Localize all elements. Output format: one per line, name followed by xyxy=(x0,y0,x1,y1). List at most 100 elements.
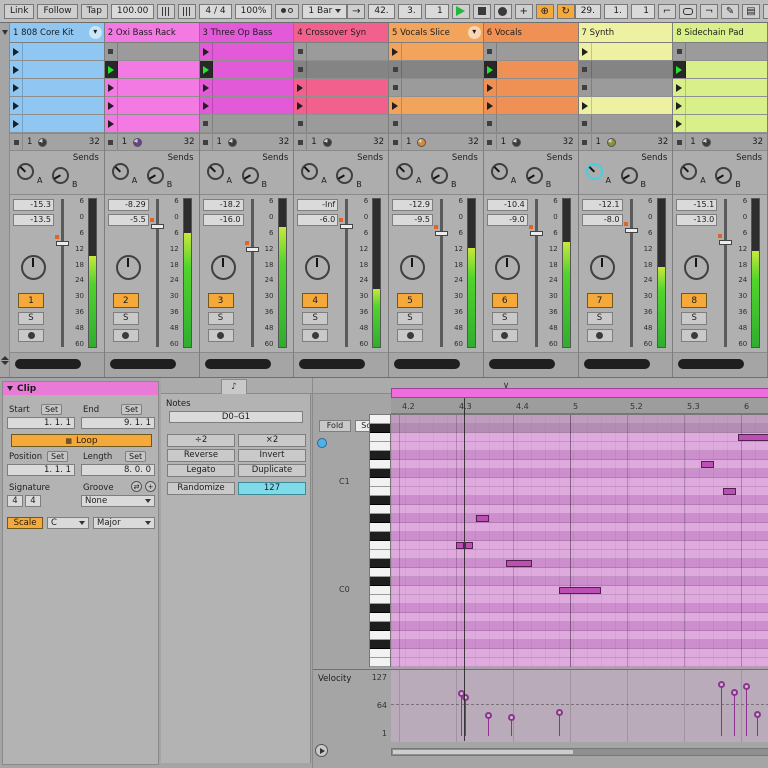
clip-scrub-button[interactable] xyxy=(315,744,328,757)
arrangement-follow-button[interactable]: → xyxy=(347,4,365,19)
clip-slot[interactable] xyxy=(579,43,673,60)
set-start-button[interactable]: Set xyxy=(41,404,62,415)
velocity-marker[interactable] xyxy=(485,712,492,719)
track-activator-button[interactable]: 4 xyxy=(302,293,328,308)
clip-launch-button[interactable] xyxy=(484,97,497,114)
scene-fold-icon[interactable] xyxy=(2,30,8,35)
volume-fader[interactable] xyxy=(630,199,633,347)
beat-time-ruler[interactable]: 4.24.34.455.25.36 xyxy=(391,398,768,414)
signature-denominator-field[interactable]: 4 xyxy=(25,495,41,507)
velocity-marker[interactable] xyxy=(556,709,563,716)
clip-slot[interactable] xyxy=(294,61,388,78)
arm-button[interactable] xyxy=(397,329,423,342)
punch-out-button[interactable]: ¬ xyxy=(700,4,718,19)
solo-button[interactable]: S xyxy=(492,312,518,325)
piano-key-black[interactable] xyxy=(370,514,390,523)
piano-key-black[interactable] xyxy=(370,604,390,613)
piano-key-black[interactable] xyxy=(370,532,390,541)
scale-name-chooser[interactable]: Major xyxy=(93,517,155,529)
duplicate-button[interactable]: Duplicate xyxy=(238,464,306,477)
clip-launch-button[interactable] xyxy=(105,61,118,78)
arm-button[interactable] xyxy=(208,329,234,342)
send-b-knob[interactable] xyxy=(431,167,448,184)
volume-display[interactable]: -6.0 xyxy=(297,214,338,226)
piano-key-white[interactable] xyxy=(370,568,390,577)
nudge-up-button[interactable] xyxy=(178,4,196,19)
pan-knob[interactable] xyxy=(684,255,709,280)
track-activator-button[interactable]: 8 xyxy=(681,293,707,308)
clip-stop-button[interactable] xyxy=(389,79,402,96)
loop-brace[interactable] xyxy=(391,388,768,398)
volume-display[interactable]: -16.0 xyxy=(203,214,244,226)
reverse-button[interactable]: Reverse xyxy=(167,449,235,462)
clip-slot[interactable] xyxy=(105,79,199,96)
clip-slot[interactable] xyxy=(10,61,104,78)
clip-launch-button[interactable] xyxy=(579,43,592,60)
meter-peak-display[interactable]: -15.1 xyxy=(676,199,717,211)
pan-knob[interactable] xyxy=(211,255,236,280)
clip-launch-button[interactable] xyxy=(10,79,23,96)
meter-peak-display[interactable]: -8.29 xyxy=(108,199,149,211)
velocity-editor[interactable] xyxy=(391,670,768,742)
clip-launch-button[interactable] xyxy=(673,97,686,114)
clip-launch-button[interactable] xyxy=(10,97,23,114)
set-position-button[interactable]: Set xyxy=(47,451,68,462)
solo-button[interactable]: S xyxy=(18,312,44,325)
pan-knob[interactable] xyxy=(495,255,520,280)
piano-key-black[interactable] xyxy=(370,622,390,631)
stop-button[interactable] xyxy=(473,4,491,19)
clip-launch-button[interactable] xyxy=(105,97,118,114)
clip-slot[interactable] xyxy=(294,97,388,114)
fold-button[interactable]: Fold xyxy=(319,420,351,432)
volume-fader-handle[interactable] xyxy=(246,247,259,252)
clip-slot[interactable] xyxy=(389,43,483,60)
notes-tab[interactable]: ♪ xyxy=(221,379,247,394)
clip-slot[interactable] xyxy=(389,97,483,114)
clip-title-bar[interactable]: Clip xyxy=(3,382,158,395)
send-a-knob[interactable] xyxy=(112,163,129,180)
clip-slot[interactable] xyxy=(200,115,294,132)
volume-fader-handle[interactable] xyxy=(151,224,164,229)
clip-stop-button[interactable] xyxy=(579,134,592,150)
clip-launch-button[interactable] xyxy=(484,61,497,78)
arm-button[interactable] xyxy=(681,329,707,342)
clip-slot[interactable] xyxy=(10,97,104,114)
velocity-marker[interactable] xyxy=(731,689,738,696)
clip-launch-button[interactable] xyxy=(294,97,307,114)
key-map-button[interactable]: ⊡ xyxy=(763,4,768,19)
clip-slot[interactable] xyxy=(389,115,483,132)
piano-key-black[interactable] xyxy=(370,577,390,586)
volume-fader-handle[interactable] xyxy=(530,231,543,236)
clip-slot[interactable] xyxy=(10,43,104,60)
piano-key-black[interactable] xyxy=(370,559,390,568)
clip-slot[interactable] xyxy=(294,115,388,132)
nudge-down-button[interactable] xyxy=(157,4,175,19)
clip-slot[interactable] xyxy=(10,79,104,96)
clip-slot[interactable] xyxy=(105,97,199,114)
midi-note[interactable] xyxy=(723,488,736,495)
send-b-knob[interactable] xyxy=(147,167,164,184)
half-time-button[interactable]: ÷2 xyxy=(167,434,235,447)
track-activator-button[interactable]: 1 xyxy=(18,293,44,308)
volume-fader-handle[interactable] xyxy=(435,231,448,236)
velocity-marker[interactable] xyxy=(718,681,725,688)
legato-button[interactable]: Legato xyxy=(167,464,235,477)
groove-amount-display[interactable]: 100% xyxy=(235,4,273,19)
metronome-button[interactable] xyxy=(275,4,299,19)
piano-key-white[interactable] xyxy=(370,442,390,451)
piano-key-white[interactable] xyxy=(370,595,390,604)
clip-launch-button[interactable] xyxy=(484,79,497,96)
piano-key-black[interactable] xyxy=(370,469,390,478)
scale-mode-toggle[interactable]: Scale xyxy=(7,517,43,529)
send-a-knob[interactable] xyxy=(207,163,224,180)
signature-numerator-field[interactable]: 4 xyxy=(7,495,23,507)
clip-launch-button[interactable] xyxy=(105,79,118,96)
play-button[interactable] xyxy=(452,4,470,19)
piano-key-white[interactable] xyxy=(370,541,390,550)
clip-launch-button[interactable] xyxy=(10,61,23,78)
root-note-chooser[interactable]: C xyxy=(47,517,89,529)
velocity-marker[interactable] xyxy=(508,714,515,721)
loop-toggle-button[interactable] xyxy=(679,4,697,19)
clip-slot[interactable] xyxy=(200,61,294,78)
clip-stop-button[interactable] xyxy=(673,43,686,60)
